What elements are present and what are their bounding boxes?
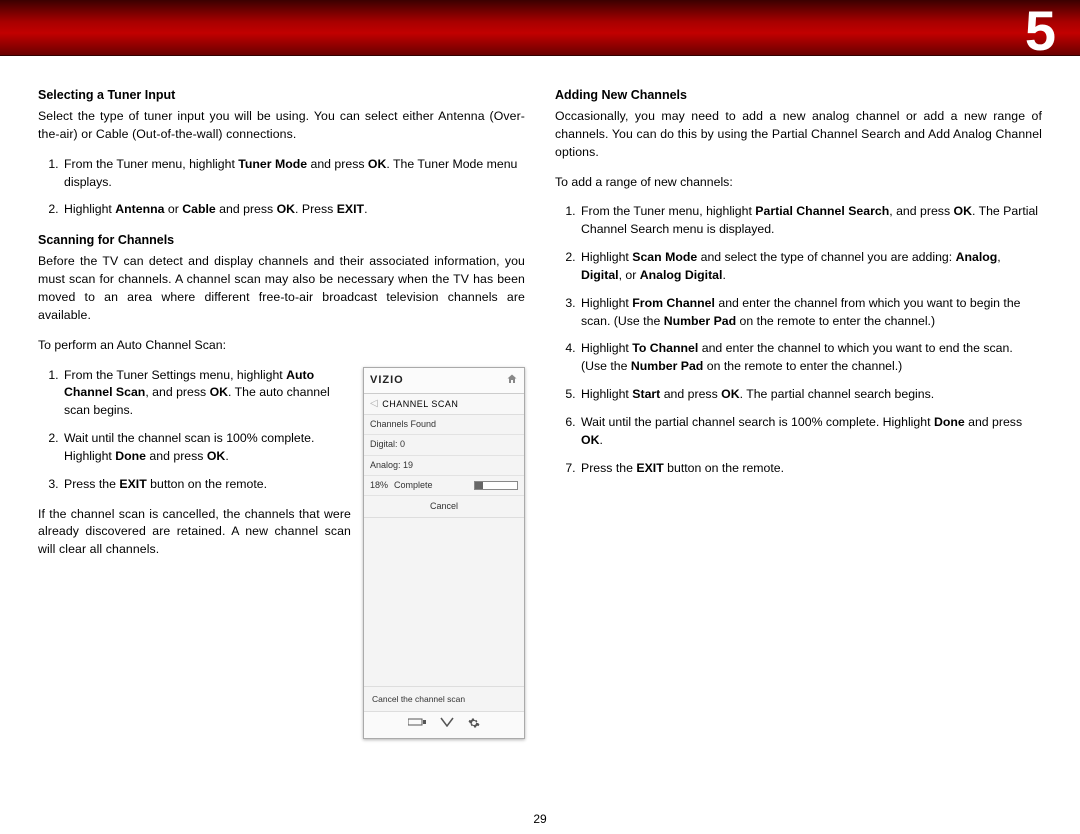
chapter-number: 5: [1025, 0, 1056, 63]
wide-icon: [408, 717, 426, 733]
menu-footer: [364, 711, 524, 738]
step: From the Tuner Settings menu, highlight …: [62, 367, 351, 420]
menu-row-found: Channels Found: [364, 415, 524, 435]
home-icon: [506, 373, 518, 390]
heading-add-channels: Adding New Channels: [555, 86, 1042, 104]
steps-add-channels: From the Tuner menu, highlight Partial C…: [555, 203, 1042, 477]
para-add-lead: To add a range of new channels:: [555, 174, 1042, 192]
menu-row-analog: Analog: 19: [364, 456, 524, 476]
step: Press the EXIT button on the remote.: [579, 460, 1042, 478]
steps-auto-scan: From the Tuner Settings menu, highlight …: [38, 367, 351, 494]
para-scan-intro: Before the TV can detect and display cha…: [38, 253, 525, 324]
heading-select-tuner: Selecting a Tuner Input: [38, 86, 525, 104]
para-scan-lead: To perform an Auto Channel Scan:: [38, 337, 525, 355]
step: From the Tuner menu, highlight Tuner Mod…: [62, 156, 525, 192]
step: Wait until the channel scan is 100% comp…: [62, 430, 351, 466]
menu-title-label: CHANNEL SCAN: [382, 398, 458, 411]
channel-scan-menu: VIZIO ◁ CHANNEL SCAN Channels Found Digi…: [363, 367, 525, 739]
step: Highlight Start and press OK. The partia…: [579, 386, 1042, 404]
back-icon: ◁: [370, 397, 378, 412]
steps-select-tuner: From the Tuner menu, highlight Tuner Mod…: [38, 156, 525, 219]
para-add-intro: Occasionally, you may need to add a new …: [555, 108, 1042, 161]
step: Highlight From Channel and enter the cha…: [579, 295, 1042, 331]
v-icon: [440, 717, 454, 733]
gear-icon: [468, 717, 480, 733]
menu-hint: Cancel the channel scan: [364, 686, 524, 711]
page-content: Selecting a Tuner Input Select the type …: [0, 56, 1080, 739]
para-scan-cancel-note: If the channel scan is cancelled, the ch…: [38, 506, 351, 559]
step: Highlight Antenna or Cable and press OK.…: [62, 201, 525, 219]
menu-row-digital: Digital: 0: [364, 435, 524, 455]
progress-bar: [474, 481, 518, 490]
vizio-logo: VIZIO: [370, 373, 404, 389]
menu-row-progress: 18% Complete: [364, 476, 524, 496]
heading-scan-channels: Scanning for Channels: [38, 231, 525, 249]
chapter-header: 5: [0, 0, 1080, 56]
menu-cancel: Cancel: [364, 496, 524, 518]
para-tuner-intro: Select the type of tuner input you will …: [38, 108, 525, 144]
step: Press the EXIT button on the remote.: [62, 476, 351, 494]
progress-label: Complete: [394, 479, 433, 492]
progress-percent: 18%: [370, 479, 388, 492]
right-column: Adding New Channels Occasionally, you ma…: [555, 86, 1042, 739]
left-column: Selecting a Tuner Input Select the type …: [38, 86, 525, 739]
step: Highlight Scan Mode and select the type …: [579, 249, 1042, 285]
step: From the Tuner menu, highlight Partial C…: [579, 203, 1042, 239]
page-number: 29: [0, 812, 1080, 826]
step: Highlight To Channel and enter the chann…: [579, 340, 1042, 376]
step: Wait until the partial channel search is…: [579, 414, 1042, 450]
